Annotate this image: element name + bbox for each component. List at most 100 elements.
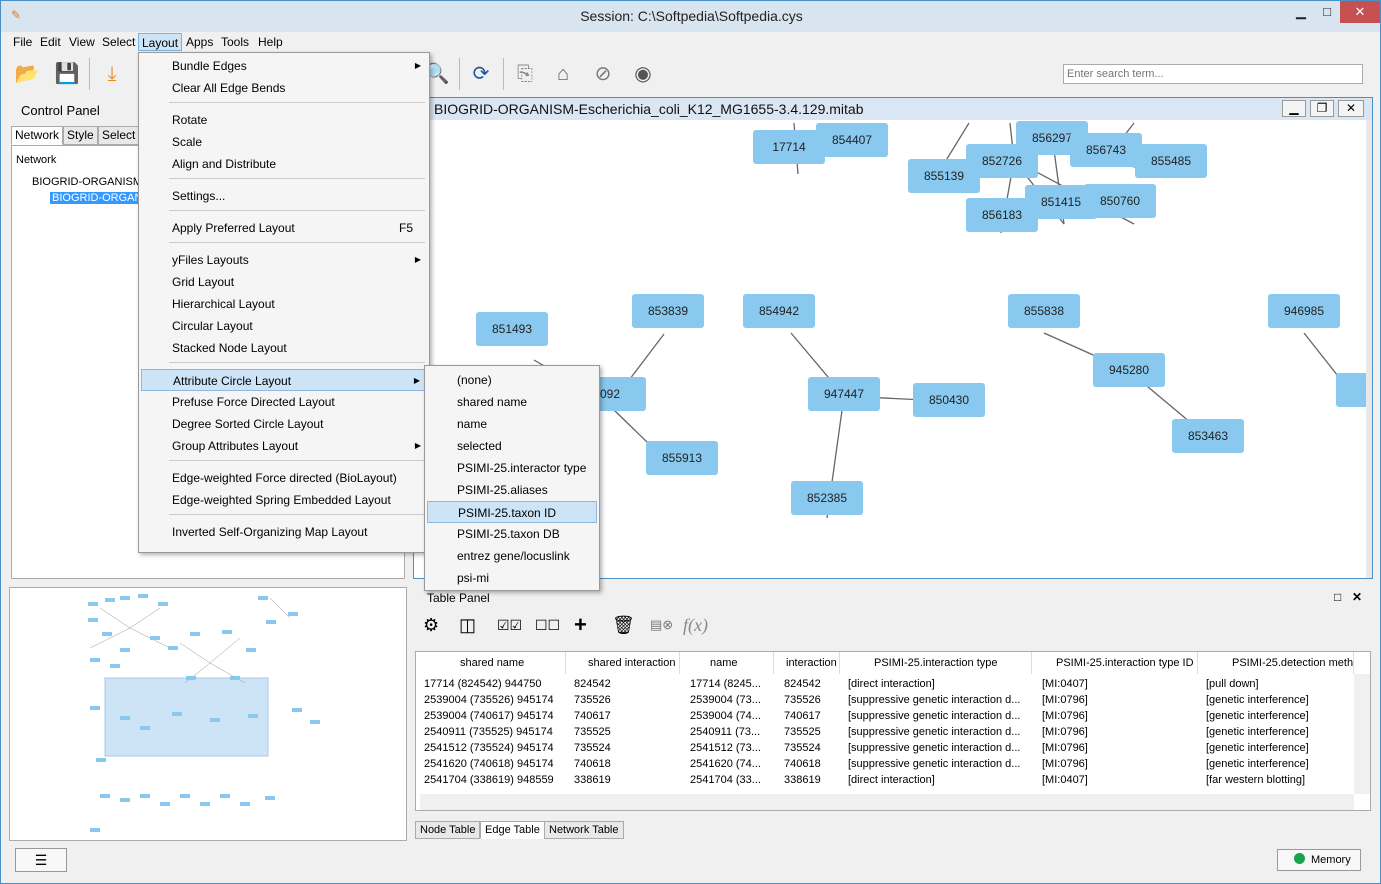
table-cell[interactable]: 17714 (8245... — [690, 676, 780, 692]
menu-item-bundle-edges[interactable]: Bundle Edges ▶ — [141, 55, 427, 77]
menu-item-settings[interactable]: Settings... — [141, 185, 427, 207]
table-cell[interactable]: [suppressive genetic interaction d... — [848, 740, 1038, 756]
table-cell[interactable]: 338619 — [574, 772, 686, 788]
table-cell[interactable]: 735524 — [784, 740, 844, 756]
menu-item-degree-sorted-circle[interactable]: Degree Sorted Circle Layout — [141, 413, 427, 435]
table-cell[interactable]: 2541512 (73... — [690, 740, 780, 756]
import-network-icon[interactable]: ⤓ — [98, 60, 126, 88]
menu-item-clear-edge-bends[interactable]: Clear All Edge Bends — [141, 77, 427, 99]
table-cell[interactable]: 17714 (824542) 944750 — [424, 676, 570, 692]
menu-item-scale[interactable]: Scale — [141, 131, 427, 153]
table-cell[interactable]: [pull down] — [1206, 676, 1348, 692]
network-node[interactable]: 850760 — [1084, 184, 1156, 218]
menu-item-edge-weighted-spring-embedded[interactable]: Edge-weighted Spring Embedded Layout — [141, 489, 427, 511]
menu-item-edge-weighted-force-directed[interactable]: Edge-weighted Force directed (BioLayout) — [141, 467, 427, 489]
open-folder-icon[interactable]: 📂 — [13, 60, 41, 88]
table-cell[interactable]: [MI:0796] — [1042, 740, 1202, 756]
table-cell[interactable]: 824542 — [784, 676, 844, 692]
table-cell[interactable]: 740618 — [784, 756, 844, 772]
refresh-icon[interactable]: ⟳ — [467, 60, 495, 88]
tab-edge-table[interactable]: Edge Table — [480, 821, 545, 839]
submenu-item[interactable]: name — [427, 413, 597, 435]
table-cell[interactable]: [suppressive genetic interaction d... — [848, 756, 1038, 772]
network-node[interactable]: 850430 — [913, 383, 985, 417]
table-cell[interactable]: [genetic interference] — [1206, 756, 1348, 772]
table-cell[interactable]: [suppressive genetic interaction d... — [848, 724, 1038, 740]
table-cell[interactable]: 2539004 (740617) 945174 — [424, 708, 570, 724]
table-cell[interactable]: 2541704 (33... — [690, 772, 780, 788]
table-cell[interactable]: [direct interaction] — [848, 772, 1038, 788]
table-vertical-scrollbar[interactable] — [1354, 674, 1370, 794]
table-cell[interactable]: 2541512 (735524) 945174 — [424, 740, 570, 756]
menu-item-grid-layout[interactable]: Grid Layout — [141, 271, 427, 293]
table-cell[interactable]: 2540911 (735525) 945174 — [424, 724, 570, 740]
table-cell[interactable]: [MI:0407] — [1042, 772, 1202, 788]
add-column-icon[interactable]: + — [574, 613, 587, 637]
tab-network[interactable]: Network — [11, 126, 64, 145]
column-header[interactable]: name — [680, 652, 774, 674]
table-cell[interactable]: 740618 — [574, 756, 686, 772]
table-cell[interactable]: 2540911 (73... — [690, 724, 780, 740]
new-network-from-selection-icon[interactable]: ⎘ — [511, 60, 539, 88]
menu-item-apply-preferred-layout[interactable]: Apply Preferred Layout F5 — [141, 217, 427, 239]
table-cell[interactable]: 735524 — [574, 740, 686, 756]
table-cell[interactable]: [genetic interference] — [1206, 724, 1348, 740]
column-header[interactable]: PSIMI-25.detection meth — [1198, 652, 1354, 674]
tab-select[interactable]: Select — [98, 126, 140, 145]
menu-item-align-distribute[interactable]: Align and Distribute — [141, 153, 427, 175]
network-node[interactable]: 945280 — [1093, 353, 1165, 387]
table-cell[interactable]: 824542 — [574, 676, 686, 692]
menu-item-hierarchical-layout[interactable]: Hierarchical Layout — [141, 293, 427, 315]
view-restore-button[interactable]: ❐ — [1310, 100, 1334, 117]
menu-layout[interactable]: Layout — [138, 33, 183, 51]
network-tree-child-selected[interactable]: BIOGRID-ORGANI — [50, 192, 148, 204]
network-node[interactable]: 17714 — [753, 130, 825, 164]
menu-select[interactable]: Select — [99, 33, 138, 51]
table-cell[interactable]: 735525 — [784, 724, 844, 740]
table-cell[interactable]: 2541704 (338619) 948559 — [424, 772, 570, 788]
network-node[interactable]: 94 — [1336, 373, 1366, 407]
submenu-item[interactable]: PSIMI-25.interactor type — [427, 457, 597, 479]
table-cell[interactable]: 2541620 (74... — [690, 756, 780, 772]
menu-item-yfiles-layouts[interactable]: yFiles Layouts ▶ — [141, 249, 427, 271]
menu-item-group-attributes-layout[interactable]: Group Attributes Layout ▶ — [141, 435, 427, 457]
close-panel-icon[interactable]: ✕ — [1352, 590, 1362, 604]
close-button[interactable]: ✕ — [1340, 1, 1380, 23]
menu-help[interactable]: Help — [255, 33, 286, 51]
menu-view[interactable]: View — [66, 33, 98, 51]
table-cell[interactable]: [suppressive genetic interaction d... — [848, 692, 1038, 708]
submenu-item[interactable]: PSIMI-25.aliases — [427, 479, 597, 501]
table-cell[interactable]: [MI:0796] — [1042, 708, 1202, 724]
network-view-scrollbar[interactable] — [1366, 120, 1372, 578]
network-node[interactable]: 851493 — [476, 312, 548, 346]
menu-item-attribute-circle-layout[interactable]: Attribute Circle Layout ▶ — [141, 369, 427, 391]
network-node[interactable]: 855139 — [908, 159, 980, 193]
delete-column-icon[interactable]: 🗑 — [612, 613, 635, 637]
table-cell[interactable]: 735526 — [784, 692, 844, 708]
network-node[interactable]: 853463 — [1172, 419, 1244, 453]
table-cell[interactable]: [far western blotting] — [1206, 772, 1348, 788]
menu-item-rotate[interactable]: Rotate — [141, 109, 427, 131]
submenu-item[interactable]: PSIMI-25.taxon DB — [427, 523, 597, 545]
table-cell[interactable]: [direct interaction] — [848, 676, 1038, 692]
menu-item-prefuse-force-directed[interactable]: Prefuse Force Directed Layout — [141, 391, 427, 413]
show-icon[interactable]: ◉ — [629, 60, 657, 88]
menu-item-stacked-node-layout[interactable]: Stacked Node Layout — [141, 337, 427, 359]
submenu-item[interactable]: psi-mi — [427, 567, 597, 589]
table-cell[interactable]: [MI:0796] — [1042, 724, 1202, 740]
gear-icon[interactable]: ⚙ — [423, 613, 439, 637]
menu-item-circular-layout[interactable]: Circular Layout — [141, 315, 427, 337]
table-cell[interactable]: 2541620 (740618) 945174 — [424, 756, 570, 772]
submenu-item[interactable]: (none) — [427, 369, 597, 391]
column-header[interactable]: interaction — [774, 652, 840, 674]
menu-file[interactable]: File — [10, 33, 35, 51]
network-tree-root[interactable]: BIOGRID-ORGANISM- — [32, 176, 146, 188]
table-cell[interactable]: [suppressive genetic interaction d... — [848, 708, 1038, 724]
table-cell[interactable]: [genetic interference] — [1206, 740, 1348, 756]
maximize-button[interactable]: □ — [1314, 1, 1340, 23]
network-node[interactable]: 853839 — [632, 294, 704, 328]
network-node[interactable]: 854942 — [743, 294, 815, 328]
table-horizontal-scrollbar[interactable] — [420, 794, 1354, 810]
select-all-columns-icon[interactable]: ☑☑ — [497, 613, 522, 637]
network-node[interactable]: 946985 — [1268, 294, 1340, 328]
